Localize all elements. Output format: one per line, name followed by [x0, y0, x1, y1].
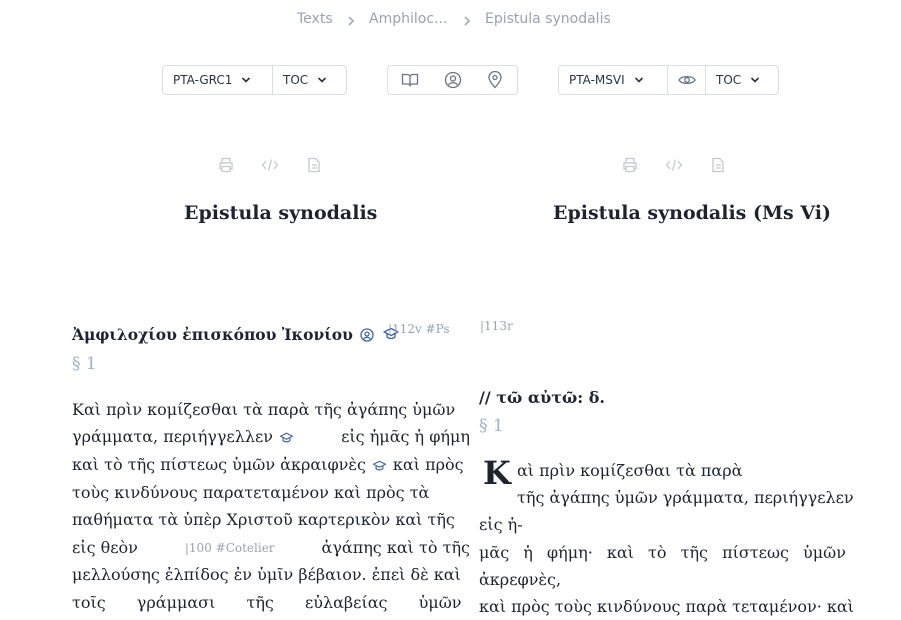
- right-edition-toolbar: PTA-MSVI TOC: [558, 65, 779, 95]
- text-span: γράμματα, περιήγγελλεν: [72, 426, 300, 448]
- text-span: εἰς θεὸν: [72, 538, 138, 557]
- heading-text: Ἀμφιλοχίου ἐπισκόπου Ἰκονίου: [72, 325, 353, 344]
- map-pin-icon[interactable]: [474, 66, 516, 94]
- breadcrumb-author[interactable]: Amphiloc...: [369, 11, 447, 27]
- drop-cap: K: [483, 454, 511, 492]
- text-line: μᾶς ἡ φήμη· καὶ τὸ τῆς πίστεως ὑμῶν: [479, 543, 846, 562]
- chevron-down-icon: [318, 77, 327, 83]
- left-heading: Ἀμφιλοχίου ἐπισκόπου Ἰκονίου: [72, 325, 399, 344]
- graduation-cap-icon[interactable]: [279, 432, 294, 444]
- left-title: Epistula synodalis: [184, 202, 378, 224]
- text-span: καὶ τὸ τῆς πίστεως ὑμῶν ἀκραιφνὲς: [72, 455, 366, 474]
- graduation-cap-icon[interactable]: [372, 460, 387, 472]
- text-line: μελλούσης ἐλπίδος ἐν ὑμῖν βέβαιον. ἐπεὶ …: [72, 564, 470, 586]
- print-icon[interactable]: [215, 155, 237, 175]
- right-title: Epistula synodalis (Ms Vi): [553, 202, 831, 224]
- book-open-icon[interactable]: [388, 66, 432, 94]
- chevron-down-icon: [751, 77, 760, 83]
- toc-select-left[interactable]: TOC: [272, 66, 346, 94]
- toc-label: TOC: [283, 73, 309, 87]
- text-line: τῆς ἀγάπης ὑμῶν γράμματα, περιήγγελεν: [517, 488, 854, 507]
- chevron-right-icon: [345, 13, 357, 27]
- user-circle-icon[interactable]: [432, 66, 474, 94]
- code-icon[interactable]: [663, 155, 685, 175]
- text-line: τοῖς γράμμασι τῆς εὐλαβείας ὑμῶν: [72, 592, 470, 614]
- text-line: ἀκρεφνὲς,: [479, 570, 562, 589]
- chevron-right-icon: [461, 13, 473, 27]
- section-marker-left[interactable]: § 1: [72, 354, 97, 374]
- text-span: γράμματα, περιήγγελλεν: [72, 427, 273, 446]
- folio-marker-inline[interactable]: |100 #Cotelier: [185, 537, 275, 559]
- edition-label: PTA-GRC1: [173, 73, 233, 87]
- text-span: καὶ πρὸς: [392, 455, 464, 474]
- breadcrumb-current: Epistula synodalis: [485, 11, 611, 27]
- breadcrumb: Texts Amphiloc... Epistula synodalis: [0, 11, 901, 29]
- print-icon[interactable]: [619, 155, 641, 175]
- document-icon[interactable]: [303, 155, 325, 175]
- text-line: Καὶ πρὶν κομίζεσθαι τὰ παρὰ τῆς ἀγάπης ὑ…: [72, 399, 470, 421]
- toc-label: TOC: [716, 73, 742, 87]
- view-toolbar: [387, 65, 518, 95]
- folio-marker-left[interactable]: |112v #Ps: [388, 322, 450, 336]
- breadcrumb-texts[interactable]: Texts: [297, 11, 333, 27]
- document-icon[interactable]: [707, 155, 729, 175]
- text-line: αὶ πρὶν κομίζεσθαι τὰ παρὰ: [517, 461, 743, 480]
- toc-select-right[interactable]: TOC: [705, 66, 778, 94]
- left-tools: [215, 155, 325, 175]
- text-line: καὶ τὸ τῆς πίστεως ὑμῶν ἀκραιφνὲς καὶ πρὸ…: [72, 454, 470, 476]
- text-line: γράμματα, περιήγγελλεν εἰς ἡμᾶς ἡ φήμη: [72, 426, 470, 448]
- eye-icon[interactable]: [667, 66, 705, 94]
- person-icon[interactable]: [359, 327, 375, 343]
- text-line: τοὺς κινδύνους παρατεταμένον καὶ πρὸς τὰ: [72, 482, 470, 504]
- text-line: καὶ πρὸς τοὺς κινδύνους παρὰ τεταμένον· …: [479, 597, 854, 616]
- text-span: τοῖς γράμμασι τῆς εὐλαβείας ὑμῶν: [72, 593, 462, 612]
- text-span: ἀγάπης καὶ τὸ τῆς: [321, 538, 470, 557]
- text-line: παθήματα τὰ ὑπὲρ Χριστοῦ καρτερικὸν καὶ …: [72, 509, 470, 531]
- text-span: Καὶ πρὶν κομίζεσθαι τὰ παρὰ τῆς ἀγάπης ὑ…: [72, 400, 456, 419]
- code-icon[interactable]: [259, 155, 281, 175]
- edition-label: PTA-MSVI: [569, 73, 625, 87]
- chevron-down-icon: [634, 77, 643, 83]
- edition-select-left[interactable]: PTA-GRC1: [163, 66, 272, 94]
- text-span: τοὺς κινδύνους παρατεταμένον καὶ πρὸς τὰ: [72, 483, 430, 502]
- text-line: εἰς ἡ-: [479, 515, 523, 534]
- edition-select-right[interactable]: PTA-MSVI: [559, 66, 667, 94]
- right-heading: // τῶ αὐτῶ: δ.: [479, 388, 605, 407]
- text-span: εἰς ἡμᾶς ἡ φήμη: [341, 427, 470, 446]
- text-span: μελλούσης ἐλπίδος ἐν ὑμῖν βέβαιον. ἐπεὶ …: [72, 565, 461, 584]
- chevron-down-icon: [242, 77, 251, 83]
- text-line: εἰς θεὸν |100 #Cotelier ἀγάπης καὶ τὸ τῆ…: [72, 537, 470, 559]
- section-marker-right[interactable]: § 1: [479, 416, 504, 436]
- folio-marker-right[interactable]: |113r: [480, 319, 513, 333]
- text-span: παθήματα τὰ ὑπὲρ Χριστοῦ καρτερικὸν καὶ …: [72, 510, 455, 529]
- right-tools: [619, 155, 729, 175]
- left-edition-toolbar: PTA-GRC1 TOC: [162, 65, 347, 95]
